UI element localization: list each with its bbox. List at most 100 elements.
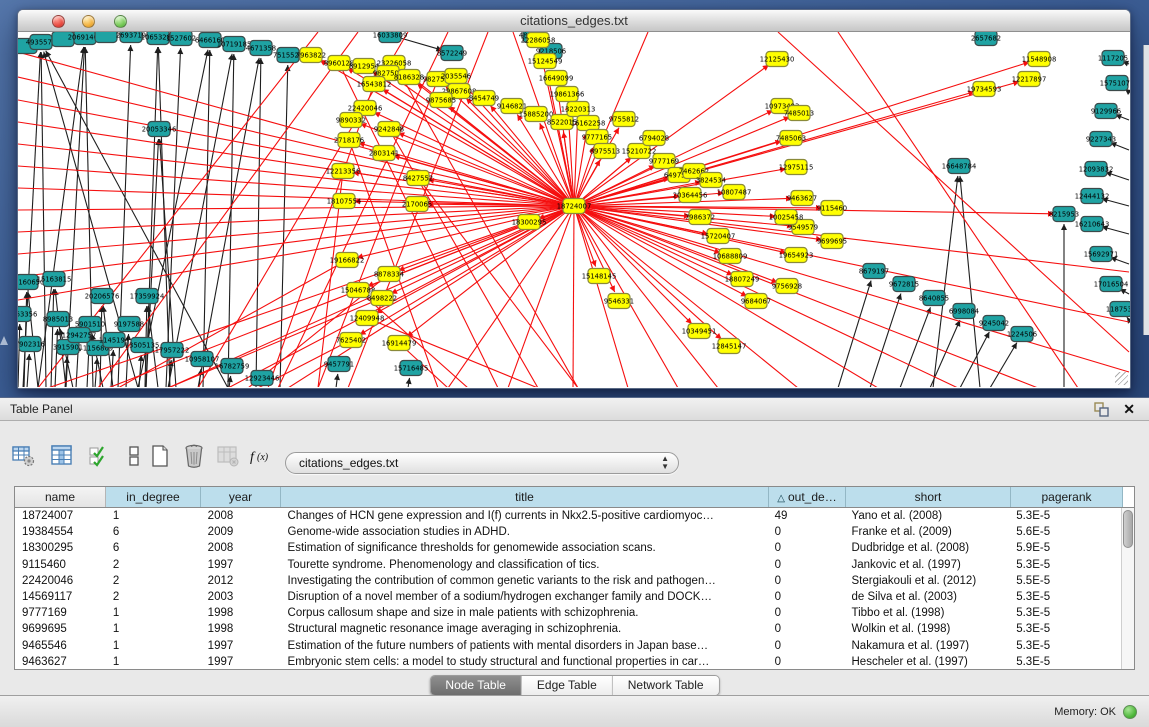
graph-node[interactable]: 19166822 bbox=[330, 253, 365, 268]
graph-node[interactable]: 9684067 bbox=[741, 294, 771, 309]
graph-node[interactable]: 10163356 bbox=[18, 307, 37, 322]
graph-node[interactable]: 3824534 bbox=[696, 173, 726, 188]
graph-node[interactable]: 7485013 bbox=[784, 106, 814, 121]
import-table-icon[interactable] bbox=[214, 443, 242, 471]
graph-node[interactable]: 9777165 bbox=[582, 130, 612, 145]
close-icon[interactable]: ✕ bbox=[1123, 400, 1135, 418]
graph-node[interactable]: 9546331 bbox=[604, 294, 634, 309]
graph-node[interactable]: 8878334 bbox=[374, 267, 404, 282]
network-window-titlebar[interactable]: citations_edges.txt bbox=[18, 10, 1130, 32]
table-row[interactable]: 946362711997Embryonic stem cells: a mode… bbox=[15, 654, 1121, 669]
column-header-out_de[interactable]: △out_de… bbox=[769, 487, 846, 507]
graph-node[interactable]: 9672815 bbox=[889, 277, 919, 292]
select-columns-icon[interactable] bbox=[86, 443, 114, 471]
graph-node[interactable]: 7902316 bbox=[18, 337, 45, 352]
graph-node[interactable]: 1527602 bbox=[166, 32, 196, 46]
graph-node[interactable]: 9890332 bbox=[336, 113, 366, 128]
graph-node[interactable]: 2803141 bbox=[369, 146, 399, 161]
graph-node[interactable]: 8985013 bbox=[43, 312, 73, 327]
create-table-icon[interactable] bbox=[146, 443, 174, 471]
graph-node[interactable]: 6794028 bbox=[639, 131, 669, 146]
table-row[interactable]: 1938455462009Genome-wide association stu… bbox=[15, 524, 1121, 540]
graph-node[interactable]: 16782759 bbox=[215, 359, 250, 374]
graph-node[interactable]: 12213356 bbox=[326, 164, 361, 179]
delete-table-icon[interactable] bbox=[180, 443, 208, 471]
table-row[interactable]: 977716911998Corpus callosum shape and si… bbox=[15, 605, 1121, 621]
graph-node[interactable]: 9463627 bbox=[787, 191, 817, 206]
table-row[interactable]: 1456911722003Disruption of a novel membe… bbox=[15, 589, 1121, 605]
graph-node[interactable]: 2035546 bbox=[441, 69, 471, 84]
show-columns-icon[interactable] bbox=[48, 443, 76, 471]
table-row[interactable]: 969969511998Structural magnetic resonanc… bbox=[15, 621, 1121, 637]
vertical-scrollbar[interactable] bbox=[1121, 508, 1134, 669]
graph-node[interactable]: 10807487 bbox=[717, 185, 752, 200]
tab-edge-table[interactable]: Edge Table bbox=[521, 676, 612, 695]
graph-node[interactable]: 4671358 bbox=[246, 41, 276, 56]
graph-node[interactable]: 20364456 bbox=[673, 188, 708, 203]
graph-node[interactable]: 19734593 bbox=[967, 82, 1002, 97]
graph-node[interactable]: 9227343 bbox=[1086, 132, 1116, 147]
tab-node-table[interactable]: Node Table bbox=[430, 676, 521, 695]
graph-node[interactable]: 8572249 bbox=[437, 46, 467, 61]
graph-node[interactable]: 1117205 bbox=[1098, 51, 1128, 66]
graph-node[interactable]: 12845147 bbox=[712, 339, 747, 354]
graph-node[interactable]: 9129966 bbox=[1091, 104, 1121, 119]
graph-node[interactable]: 8498222 bbox=[367, 291, 397, 306]
column-header-name[interactable]: name bbox=[15, 487, 106, 507]
graph-node[interactable]: 9756928 bbox=[772, 279, 802, 294]
graph-node[interactable]: 9197588 bbox=[114, 317, 144, 332]
table-row[interactable]: 2242004622012Investigating the contribut… bbox=[15, 573, 1121, 589]
table-select-dropdown[interactable]: citations_edges.txt ▲▼ bbox=[285, 452, 679, 474]
graph-node[interactable]: 9777169 bbox=[649, 154, 679, 169]
graph-node[interactable]: 1187533 bbox=[1106, 302, 1130, 317]
graph-node[interactable]: 15720407 bbox=[701, 229, 736, 244]
graph-node[interactable]: 15716485 bbox=[394, 361, 429, 376]
graph-node[interactable]: 2718176 bbox=[334, 133, 364, 148]
graph-node[interactable]: 7986372 bbox=[685, 210, 715, 225]
graph-node[interactable]: 16210643 bbox=[1075, 217, 1110, 232]
graph-node[interactable]: 9699695 bbox=[817, 234, 847, 249]
row-height-icon[interactable] bbox=[120, 443, 148, 471]
graph-node[interactable]: 12975115 bbox=[779, 160, 814, 175]
graph-node[interactable]: 7963822 bbox=[296, 48, 326, 63]
scrollbar-thumb[interactable] bbox=[1123, 510, 1133, 548]
column-header-title[interactable]: title bbox=[281, 487, 769, 507]
float-window-icon[interactable] bbox=[1093, 402, 1109, 417]
graph-node[interactable]: 15751074 bbox=[1100, 76, 1130, 91]
graph-node[interactable]: 9115460 bbox=[817, 201, 847, 216]
graph-node[interactable]: 9755812 bbox=[609, 112, 639, 127]
graph-node[interactable]: 9245042 bbox=[979, 316, 1009, 331]
graph-node[interactable]: 9457791 bbox=[324, 357, 354, 372]
graph-node[interactable]: 9875685 bbox=[426, 93, 456, 108]
graph-node[interactable]: 10349451 bbox=[682, 324, 717, 339]
graph-node[interactable]: 7485063 bbox=[776, 131, 806, 146]
graph-node[interactable] bbox=[95, 32, 117, 43]
graph-node[interactable]: 8427552 bbox=[403, 171, 433, 186]
graph-node[interactable]: 12217897 bbox=[1012, 72, 1047, 87]
network-canvas[interactable]: 4935572206914062693719106532871527602646… bbox=[18, 32, 1130, 387]
column-header-short[interactable]: short bbox=[846, 487, 1011, 507]
tab-network-table[interactable]: Network Table bbox=[612, 676, 719, 695]
graph-node[interactable]: 8679197 bbox=[859, 264, 889, 279]
graph-node[interactable]: 6998084 bbox=[949, 304, 979, 319]
graph-node[interactable]: 1224506 bbox=[1007, 327, 1037, 342]
table-row[interactable]: 911546021997Tourette syndrome. Phenomeno… bbox=[15, 557, 1121, 573]
column-header-year[interactable]: year bbox=[201, 487, 281, 507]
resize-grip-icon[interactable] bbox=[1115, 372, 1128, 385]
graph-node[interactable]: 8186328 bbox=[394, 70, 424, 85]
table-row[interactable]: 946554611997Estimation of the future num… bbox=[15, 638, 1121, 654]
graph-node[interactable]: 2170065 bbox=[402, 197, 432, 212]
graph-node[interactable]: 8454749 bbox=[469, 91, 499, 106]
graph-node[interactable]: 16648784 bbox=[942, 159, 977, 174]
column-header-pagerank[interactable]: pagerank bbox=[1011, 487, 1123, 507]
graph-node[interactable]: 12125430 bbox=[760, 52, 795, 67]
graph-node[interactable]: 12923446 bbox=[245, 371, 280, 386]
graph-node[interactable]: 8975513 bbox=[590, 144, 620, 159]
table-settings-icon[interactable] bbox=[10, 443, 38, 471]
graph-node[interactable]: 8640855 bbox=[919, 291, 949, 306]
graph-node[interactable]: 9242848 bbox=[374, 122, 404, 137]
graph-node[interactable]: 16649099 bbox=[539, 71, 574, 86]
table-row[interactable]: 1830029562008Estimation of significance … bbox=[15, 540, 1121, 556]
graph-node[interactable]: 8215953 bbox=[1049, 207, 1079, 222]
graph-node[interactable]: 2657682 bbox=[971, 32, 1001, 46]
